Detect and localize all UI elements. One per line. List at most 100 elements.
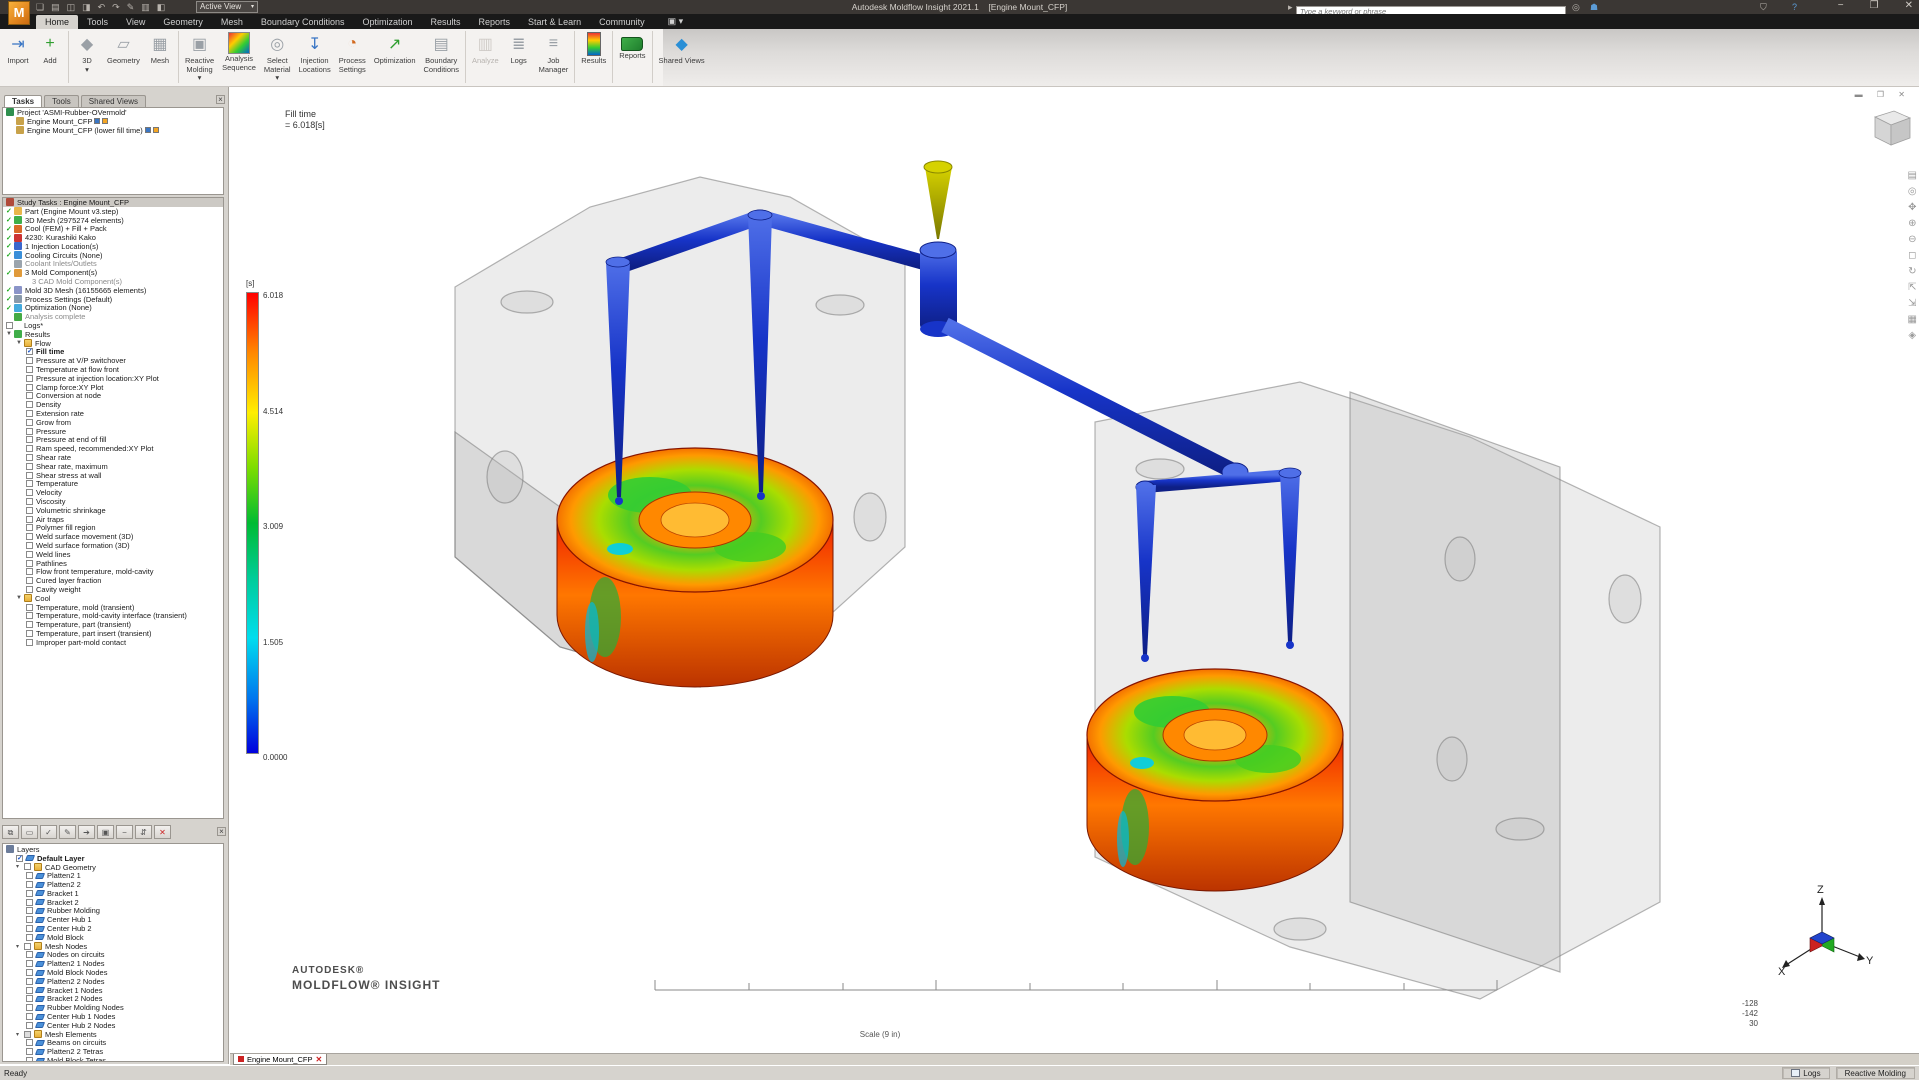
flow-result[interactable]: Weld surface formation (3D) — [3, 541, 223, 550]
layers-remove-icon[interactable]: − — [116, 825, 133, 839]
checkbox[interactable] — [26, 568, 33, 575]
checkbox[interactable] — [26, 1022, 33, 1029]
optimization-button[interactable]: ↗Optimization — [370, 31, 420, 67]
project-node[interactable]: Project 'ASMI-Rubber-OVermold' — [3, 108, 223, 117]
flow-result[interactable]: Cavity weight — [3, 585, 223, 594]
flow-result[interactable]: Pressure at V/P switchover — [3, 356, 223, 365]
panel-tab-tasks[interactable]: Tasks — [4, 95, 42, 107]
flow-result[interactable]: Air traps — [3, 515, 223, 524]
layer-row[interactable]: Center Hub 1 — [3, 915, 223, 924]
sign-in-icon[interactable]: ☗ — [1590, 1, 1598, 13]
study-node-2[interactable]: Engine Mount_CFP (lower fill time) — [3, 126, 223, 135]
ribbon-tab-optimization[interactable]: Optimization — [353, 15, 421, 29]
study-task[interactable]: ✓3D Mesh (2975274 elements) — [3, 216, 223, 225]
checkbox[interactable] — [26, 612, 33, 619]
study-task[interactable]: Analysis complete — [3, 312, 223, 321]
checkbox[interactable] — [26, 630, 33, 637]
checkbox[interactable] — [26, 978, 33, 985]
zoom-in-icon[interactable]: ⊕ — [1908, 217, 1917, 230]
checkbox[interactable] — [26, 384, 33, 391]
results-button[interactable]: Results — [577, 31, 610, 67]
layer-folder[interactable]: ▾Mesh Elements — [3, 1030, 223, 1039]
cool-result[interactable]: Temperature, mold (transient) — [3, 603, 223, 612]
ribbon-tab-geometry[interactable]: Geometry — [154, 15, 212, 29]
layers-display-icon[interactable]: ▣ — [97, 825, 114, 839]
flow-result[interactable]: Pressure — [3, 427, 223, 436]
checkbox[interactable] — [24, 943, 31, 950]
layer-row[interactable]: Platten2 1 Nodes — [3, 959, 223, 968]
checkbox[interactable] — [26, 1039, 33, 1046]
expand-caret-icon[interactable]: ▼ — [6, 331, 14, 337]
layers-folder-icon[interactable]: ▭ — [21, 825, 38, 839]
close-button[interactable]: ✕ — [1905, 0, 1913, 11]
checkbox[interactable] — [26, 516, 33, 523]
layer-row[interactable]: Bracket 1 Nodes — [3, 986, 223, 995]
flow-result[interactable]: Extension rate — [3, 409, 223, 418]
checkbox[interactable] — [26, 604, 33, 611]
panel-tab-tools[interactable]: Tools — [44, 95, 79, 107]
checkbox[interactable] — [26, 907, 33, 914]
layer-row[interactable]: Center Hub 1 Nodes — [3, 1012, 223, 1021]
checkbox[interactable] — [26, 366, 33, 373]
study-task[interactable]: ✓3 Mold Component(s) — [3, 268, 223, 277]
3d-button[interactable]: ◆3D ▾ — [71, 31, 103, 75]
checkbox[interactable] — [26, 524, 33, 531]
flow-result[interactable]: Pathlines — [3, 559, 223, 568]
checkbox[interactable] — [26, 401, 33, 408]
add-button[interactable]: +Add — [34, 31, 66, 67]
checkbox[interactable] — [16, 855, 23, 862]
checkbox[interactable] — [26, 890, 33, 897]
select-icon[interactable]: ▤ — [1908, 169, 1917, 182]
layer-row[interactable]: Platten2 2 Nodes — [3, 977, 223, 986]
checkbox[interactable] — [26, 577, 33, 584]
fit-view-icon[interactable]: ↻ — [1908, 265, 1917, 278]
view-settings-icon[interactable]: ◈ — [1908, 329, 1917, 342]
checkbox[interactable] — [26, 934, 33, 941]
checkbox[interactable] — [26, 987, 33, 994]
results-node[interactable]: ▼Results — [3, 330, 223, 339]
study-task[interactable]: 3 CAD Mold Component(s) — [3, 277, 223, 286]
checkbox[interactable] — [26, 419, 33, 426]
search-go-icon[interactable]: ◎ — [1572, 1, 1580, 13]
flow-result[interactable]: Weld lines — [3, 550, 223, 559]
expand-caret-icon[interactable]: ▾ — [16, 863, 24, 870]
ribbon-tab-community[interactable]: Community — [590, 15, 654, 29]
checkbox[interactable] — [26, 586, 33, 593]
layers-panel-close-icon[interactable]: × — [217, 827, 226, 836]
cool-result[interactable]: Temperature, part insert (transient) — [3, 629, 223, 638]
flow-result[interactable]: Shear rate — [3, 453, 223, 462]
help-icon[interactable]: ? — [1792, 1, 1797, 13]
checkbox[interactable] — [26, 916, 33, 923]
flow-result[interactable]: Temperature at flow front — [3, 365, 223, 374]
cool-result[interactable]: Improper part-mold contact — [3, 638, 223, 647]
checkbox[interactable] — [26, 542, 33, 549]
checkbox[interactable] — [26, 551, 33, 558]
cool-folder[interactable]: ▼Cool — [3, 594, 223, 603]
ribbon-tab-mesh[interactable]: Mesh — [212, 15, 252, 29]
flow-result[interactable]: Conversion at node — [3, 392, 223, 401]
study-task[interactable]: ✓Mold 3D Mesh (16155665 elements) — [3, 286, 223, 295]
checkbox[interactable] — [26, 969, 33, 976]
checkbox[interactable] — [6, 322, 13, 329]
flow-result[interactable]: Fill time — [3, 348, 223, 357]
checkbox[interactable] — [26, 507, 33, 514]
zoom-window-icon[interactable]: ◻ — [1908, 249, 1917, 262]
checkbox[interactable] — [26, 428, 33, 435]
study-task[interactable]: ✓Cool (FEM) + Fill + Pack — [3, 224, 223, 233]
minimize-button[interactable]: − — [1838, 0, 1844, 11]
ribbon-tab-view[interactable]: View — [117, 15, 154, 29]
flow-result[interactable]: Ram speed, recommended:XY Plot — [3, 444, 223, 453]
shading-icon[interactable]: ▦ — [1908, 313, 1917, 326]
ribbon-tab-home[interactable]: Home — [36, 15, 78, 29]
document-tab-close-icon[interactable]: ✕ — [315, 1055, 322, 1064]
checkbox[interactable] — [26, 1004, 33, 1011]
layers-new-icon[interactable]: ⧉ — [2, 825, 19, 839]
flow-result[interactable]: Density — [3, 400, 223, 409]
import-button[interactable]: ⇥Import — [2, 31, 34, 67]
reactive-molding-button[interactable]: ▣Reactive Molding ▾ — [181, 31, 218, 84]
checkbox[interactable] — [26, 560, 33, 567]
layers-delete-icon[interactable]: ✕ — [154, 825, 171, 839]
flow-result[interactable]: Cured layer fraction — [3, 576, 223, 585]
flow-result[interactable]: Pressure at end of fill — [3, 436, 223, 445]
boundary-conditions-button[interactable]: ▤Boundary Conditions — [420, 31, 463, 75]
